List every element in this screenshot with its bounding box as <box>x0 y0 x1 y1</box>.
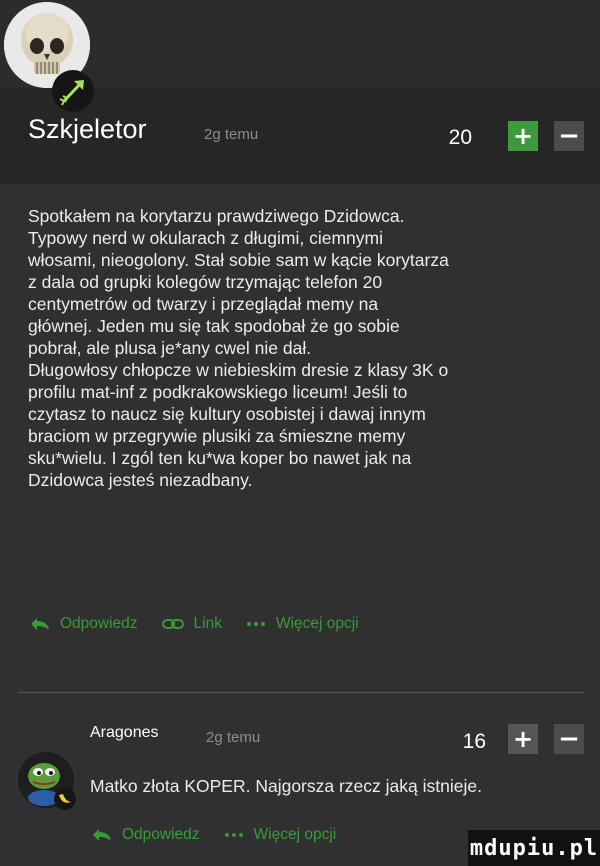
reply-rank-badge <box>54 788 76 810</box>
comment-line: sku*wielu. I zgól ten ku*wa koper bo naw… <box>28 448 412 468</box>
reply-username[interactable]: Aragones <box>90 724 159 742</box>
downvote-button[interactable]: − <box>554 121 584 151</box>
rank-badge <box>52 70 94 112</box>
reply-body: Matko złota KOPER. Najgorsza rzecz jaką … <box>90 776 482 796</box>
reply-timestamp: 2g temu <box>206 729 261 746</box>
link-label: Link <box>193 615 222 632</box>
reply-upvote-button[interactable]: + <box>508 724 538 754</box>
comment-line: braciom w przegrywie plusiki za śmieszne… <box>28 426 406 446</box>
watermark: mdupiu.pl <box>468 830 600 866</box>
reply-arrow-icon <box>93 829 111 841</box>
reply-actions: Odpowiedz Więcej opcji <box>92 826 336 844</box>
reply-arrow-icon <box>31 618 49 630</box>
reply-label: Odpowiedz <box>122 826 200 843</box>
comment-line: centymetrów od twarzy i przeglądał memy … <box>28 294 379 314</box>
plus-icon: + <box>512 122 534 150</box>
plus-icon: + <box>512 725 534 753</box>
comment-line: Typowy nerd w okularach z długimi, ciemn… <box>28 228 383 248</box>
minus-icon: − <box>558 121 580 151</box>
link-button[interactable]: Link <box>161 615 222 633</box>
comment-timestamp: 2g temu <box>204 126 259 143</box>
comment-username[interactable]: Szkjeletor <box>28 114 147 145</box>
comment-line: czytasz to naucz się kultury osobistej i… <box>28 404 426 424</box>
comment-line: Dzidowca jesteś niezadbany. <box>28 470 253 490</box>
comment-body: Spotkałem na korytarzu prawdziwego Dzido… <box>28 205 584 491</box>
comment-line: głównej. Jeden mu się tak spodobał że go… <box>28 316 400 336</box>
comment-score: 20 <box>448 126 472 149</box>
reply-label: Odpowiedz <box>60 615 138 632</box>
comment-divider <box>18 692 584 693</box>
comment-line: pobrał, ale plusa je*any cwel nie dał. <box>28 338 312 358</box>
comment-line: Spotkałem na korytarzu prawdziwego Dzido… <box>28 206 405 226</box>
reply-reply-button[interactable]: Odpowiedz <box>92 826 200 844</box>
comment-line: profilu mat-inf z podkrakowskiego liceum… <box>28 382 408 402</box>
green-arrow-icon <box>59 80 84 106</box>
comment-actions: Odpowiedz Link Więcej opcji <box>30 615 359 633</box>
more-dots-icon <box>224 833 243 837</box>
reply-downvote-button[interactable]: − <box>554 724 584 754</box>
more-options-label: Więcej opcji <box>275 615 359 632</box>
banana-icon <box>59 794 71 803</box>
upvote-button[interactable]: + <box>508 121 538 151</box>
more-options-button[interactable]: Więcej opcji <box>246 615 359 633</box>
comment-line: włosami, nieogolony. Stał sobie sam w ką… <box>28 250 449 270</box>
reply-score: 16 <box>462 730 486 753</box>
link-chain-icon <box>161 619 184 629</box>
reply-more-options-button[interactable]: Więcej opcji <box>224 826 337 844</box>
more-options-label: Więcej opcji <box>253 826 337 843</box>
comment-line: Długowłosy chłopcze w niebieskim dresie … <box>28 360 449 380</box>
more-dots-icon <box>246 622 265 626</box>
reply-button[interactable]: Odpowiedz <box>30 615 138 633</box>
comment-line: z dala od grupki kolegów trzymając telef… <box>28 272 383 292</box>
minus-icon: − <box>558 724 580 754</box>
